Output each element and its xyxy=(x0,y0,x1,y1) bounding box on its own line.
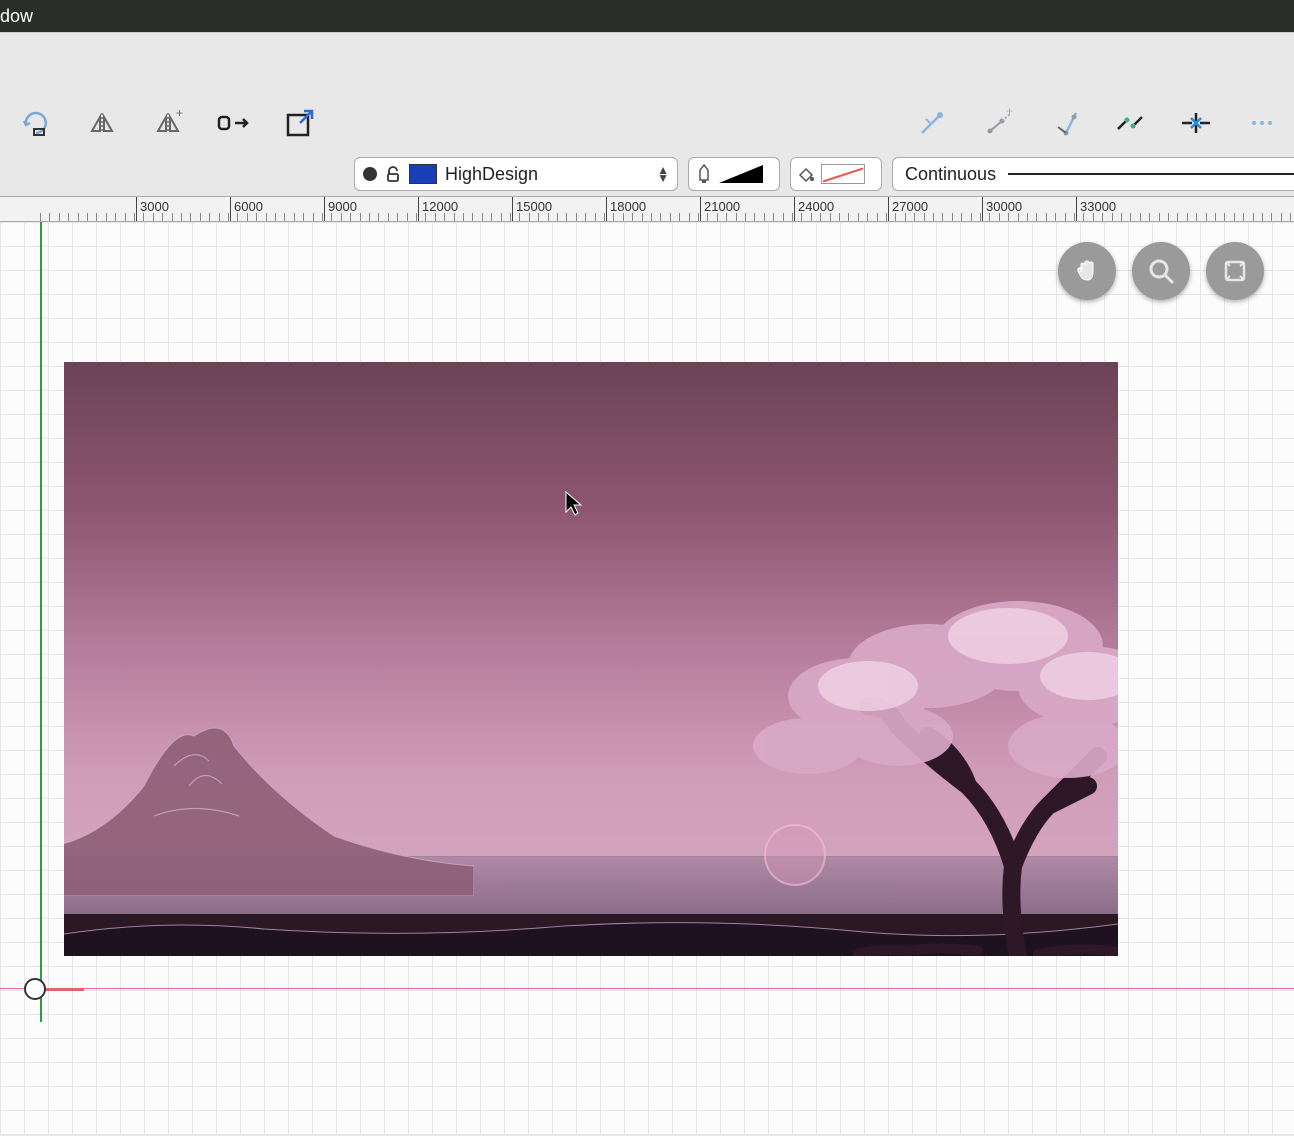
linetype-selector[interactable]: Continuous xyxy=(892,157,1294,191)
lineweight-wedge-icon xyxy=(719,165,763,183)
x-axis-line xyxy=(0,988,1294,989)
fit-screen-icon xyxy=(1220,256,1250,286)
ruler-tick: 21000 xyxy=(700,197,740,221)
image-mountain xyxy=(64,706,474,896)
svg-text:+: + xyxy=(176,107,183,120)
image-tree xyxy=(718,556,1118,956)
fillet-icon xyxy=(1048,107,1080,139)
break-tool[interactable] xyxy=(1106,99,1154,147)
fit-button[interactable] xyxy=(1206,242,1264,300)
external-icon xyxy=(284,107,316,139)
layer-name-label: HighDesign xyxy=(445,164,538,185)
layer-selector[interactable]: HighDesign ▲▼ xyxy=(354,157,678,191)
break-icon xyxy=(1114,107,1146,139)
linetype-label: Continuous xyxy=(905,164,996,185)
linetype-preview-icon xyxy=(1008,173,1294,175)
intersect-icon xyxy=(1178,107,1214,139)
window-title: dow xyxy=(0,6,33,27)
layer-visibility-icon xyxy=(363,167,377,181)
split-tool[interactable] xyxy=(210,99,258,147)
properties-bar: HighDesign ▲▼ Continuous xyxy=(0,152,1294,196)
x-axis-indicator xyxy=(44,988,84,991)
rotate-tool[interactable] xyxy=(12,99,60,147)
magnifier-icon xyxy=(1146,256,1176,286)
paint-bucket-icon xyxy=(797,165,815,183)
fillet-tool[interactable] xyxy=(1040,99,1088,147)
origin-circle-icon xyxy=(24,978,46,1000)
lineweight-selector[interactable] xyxy=(688,157,780,191)
mirror-icon xyxy=(86,107,118,139)
pan-button[interactable] xyxy=(1058,242,1116,300)
ruler-tick: 30000 xyxy=(982,197,1022,221)
trim-icon xyxy=(916,107,948,139)
trim-tool[interactable] xyxy=(908,99,956,147)
more-dots-icon xyxy=(1250,117,1274,129)
ruler-tick: 18000 xyxy=(606,197,646,221)
horizontal-ruler[interactable]: 3000600090001200015000180002100024000270… xyxy=(0,196,1294,222)
svg-text:+: + xyxy=(1006,107,1013,118)
hand-icon xyxy=(1072,256,1102,286)
ruler-tick: 12000 xyxy=(418,197,458,221)
layer-color-swatch xyxy=(409,164,437,184)
expand-tool[interactable] xyxy=(276,99,324,147)
ruler-tick: 27000 xyxy=(888,197,928,221)
extend-tool[interactable]: + xyxy=(974,99,1022,147)
fill-selector[interactable] xyxy=(790,157,882,191)
more-tool[interactable] xyxy=(1238,99,1286,147)
mirror-copy-icon: + xyxy=(152,107,184,139)
placed-image[interactable] xyxy=(64,362,1118,956)
rotate-icon xyxy=(20,107,52,139)
vertical-guide[interactable] xyxy=(40,222,42,1022)
intersect-tool[interactable] xyxy=(1172,99,1220,147)
zoom-button[interactable] xyxy=(1132,242,1190,300)
view-controls xyxy=(1058,242,1264,300)
extend-icon: + xyxy=(982,107,1014,139)
drawing-canvas[interactable] xyxy=(0,222,1294,1134)
cursor-pointer-icon xyxy=(564,490,584,523)
unlock-icon xyxy=(385,166,401,182)
ruler-tick: 24000 xyxy=(794,197,834,221)
window-titlebar: dow xyxy=(0,0,1294,32)
mirror-h-tool[interactable] xyxy=(78,99,126,147)
main-toolbar: + + xyxy=(0,32,1294,152)
ruler-tick: 33000 xyxy=(1076,197,1116,221)
split-icon xyxy=(217,111,251,135)
stepper-icon: ▲▼ xyxy=(657,166,669,182)
mirror-array-tool[interactable]: + xyxy=(144,99,192,147)
no-fill-swatch xyxy=(821,164,865,184)
origin-marker[interactable] xyxy=(24,978,46,1000)
ruler-tick: 15000 xyxy=(512,197,552,221)
pen-icon xyxy=(697,164,711,184)
